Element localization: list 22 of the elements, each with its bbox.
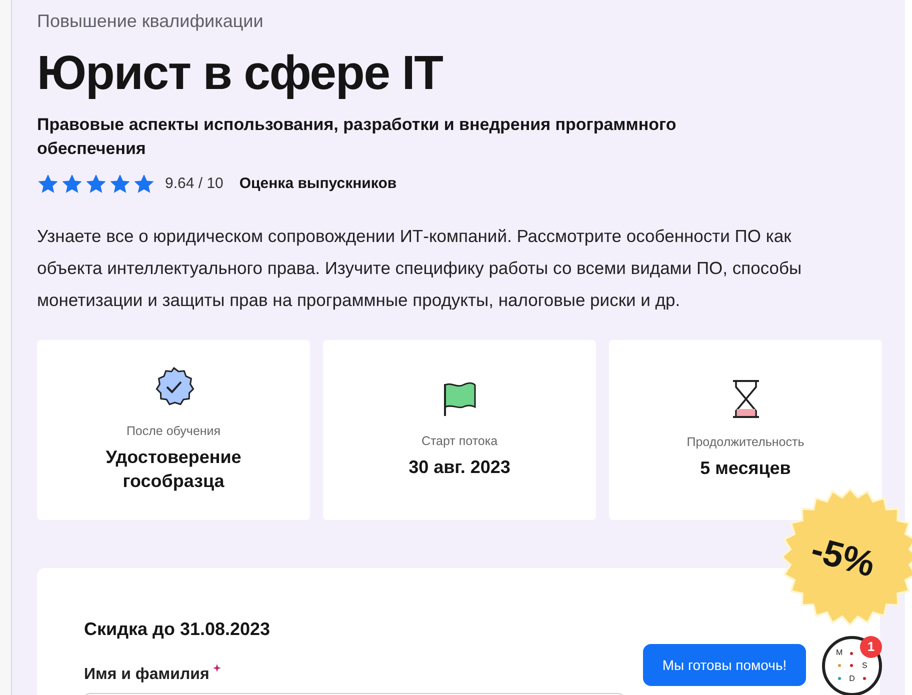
rating-score: 9.64 / 10 xyxy=(165,174,224,194)
star-icon xyxy=(37,173,59,196)
course-title: Юрист в сфере IT xyxy=(37,46,444,102)
fact-label: Продолжительность xyxy=(686,434,804,452)
fact-value: 30 авг. 2023 xyxy=(408,456,512,479)
help-button[interactable]: Мы готовы помочь! xyxy=(643,644,806,686)
fact-value: 5 месяцев xyxy=(699,456,792,480)
star-icon xyxy=(61,173,83,196)
fact-label: Старт потока xyxy=(421,433,498,450)
star-icon xyxy=(133,173,155,196)
rating-label: Оценка выпускников xyxy=(239,174,397,194)
star-icon xyxy=(109,173,131,196)
course-subtitle: Правовые аспекты использования, разработки и внедрения программного обеспечения xyxy=(37,114,678,160)
course-description: Узнаете все о юридическом сопровождении ИТ-компаний. Рассмотрите особенности ПО как объекта интеллектуального права. Изучите специфику работы со всеми видами ПО, способы монетизации и защиты прав на программные продукты, налоговые риски и др. xyxy=(37,224,803,312)
hourglass-icon xyxy=(730,379,760,420)
discount-badge: -5% xyxy=(780,487,912,627)
star-icon xyxy=(85,173,107,196)
field-label: Имя и фамилия xyxy=(84,664,210,684)
fact-value: Удостоверение гособразца xyxy=(104,446,242,493)
form-title: Скидка до 31.08.2023 xyxy=(84,618,272,641)
eyebrow-text: Повышение квалификации xyxy=(37,10,264,33)
fact-label: После обучения xyxy=(126,423,221,440)
